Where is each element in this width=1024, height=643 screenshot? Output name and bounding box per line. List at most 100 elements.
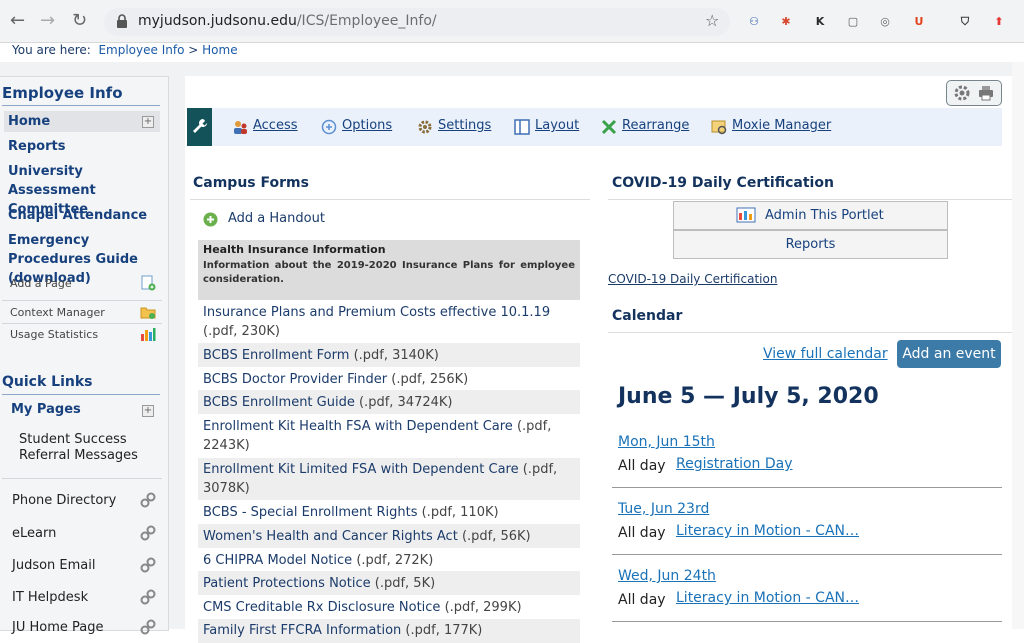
form-row-meta: (.pdf, 230K) (203, 324, 280, 339)
layout-icon[interactable] (514, 119, 530, 135)
printer-icon[interactable] (977, 84, 995, 102)
breadcrumb-home[interactable]: Home (202, 43, 237, 57)
toolbar-layout[interactable]: Layout (535, 118, 579, 133)
admin-portlet-button[interactable]: Admin This Portlet (673, 201, 948, 230)
add-page-link[interactable]: Add a Page (10, 277, 72, 290)
chain-link-icon[interactable] (140, 589, 156, 605)
toolbar-options[interactable]: Options (342, 118, 392, 133)
chain-link-icon[interactable] (140, 557, 156, 573)
elearn-link[interactable]: eLearn (12, 526, 56, 541)
reports-button[interactable]: Reports (673, 230, 948, 259)
wrench-button[interactable] (187, 108, 212, 146)
toolbar-access[interactable]: Access (253, 118, 298, 133)
form-row-title[interactable]: Insurance Plans and Premium Costs effect… (203, 305, 550, 320)
add-handout-icon[interactable] (203, 212, 218, 227)
phone-directory-link[interactable]: Phone Directory (12, 493, 116, 508)
student-success-link[interactable]: Student Success Referral Messages (19, 432, 159, 464)
ext-k-icon[interactable]: K (811, 13, 829, 31)
form-row-title[interactable]: Women's Health and Cancer Rights Act (203, 529, 458, 544)
form-row[interactable]: BCBS Enrollment Form (.pdf, 3140K) (203, 346, 575, 365)
image-manager-icon[interactable] (711, 119, 727, 135)
form-row[interactable]: Women's Health and Cancer Rights Act (.p… (203, 527, 575, 546)
form-row[interactable]: 6 CHIPRA Model Notice (.pdf, 272K) (203, 551, 575, 570)
form-row[interactable]: BCBS - Special Enrollment Rights (.pdf, … (203, 503, 575, 522)
it-helpdesk-link[interactable]: IT Helpdesk (12, 590, 88, 605)
health-insurance-title: Health Insurance Information (203, 243, 386, 256)
breadcrumb-prefix: You are here: (12, 43, 91, 57)
event-name[interactable]: Registration Day (676, 456, 793, 472)
view-full-calendar-link[interactable]: View full calendar (763, 346, 888, 362)
expand-home-icon[interactable]: + (142, 116, 154, 128)
context-manager-link[interactable]: Context Manager (10, 306, 105, 319)
form-row[interactable]: Enrollment Kit Health FSA with Dependent… (203, 417, 575, 455)
event-date[interactable]: Mon, Jun 15th (618, 434, 715, 450)
address-bar[interactable]: myjudson.judsonu.edu/ICS/Employee_Info/ (104, 8, 730, 36)
breadcrumb-employee-info[interactable]: Employee Info (98, 43, 184, 57)
folder-icon[interactable] (140, 304, 156, 320)
ext-shield-icon[interactable]: ⛉ (956, 13, 974, 31)
links-separator (2, 478, 162, 479)
rearrange-icon[interactable] (601, 119, 617, 135)
form-row-title[interactable]: CMS Creditable Rx Disclosure Notice (203, 600, 440, 615)
form-row[interactable]: BCBS Enrollment Guide (.pdf, 34724K) (203, 393, 575, 412)
bookmark-star-icon[interactable]: ☆ (705, 11, 719, 30)
event-date[interactable]: Tue, Jun 23rd (618, 501, 709, 517)
toolbar-rearrange[interactable]: Rearrange (622, 118, 689, 133)
form-row-title[interactable]: BCBS Enrollment Guide (203, 395, 355, 410)
event-name[interactable]: Literacy in Motion - CAN… (676, 590, 859, 606)
form-row-title[interactable]: BCBS Doctor Provider Finder (203, 372, 387, 387)
event-name[interactable]: Literacy in Motion - CAN… (676, 523, 859, 539)
add-handout-link[interactable]: Add a Handout (228, 211, 325, 226)
form-row-title[interactable]: Family First FFCRA Information (203, 623, 401, 638)
reload-icon[interactable]: ↻ (72, 10, 87, 31)
event-date[interactable]: Wed, Jun 24th (618, 568, 716, 584)
expand-my-pages-icon[interactable]: + (142, 405, 154, 417)
forward-arrow-icon[interactable]: → (40, 10, 55, 31)
form-row-title[interactable]: Enrollment Kit Health FSA with Dependent… (203, 419, 513, 434)
ju-home-page-link[interactable]: JU Home Page (12, 620, 103, 635)
ext-flame-icon[interactable]: ✱ (777, 13, 795, 31)
browser-toolbar: ← → ↻ myjudson.judsonu.edu/ICS/Employee_… (0, 0, 1024, 43)
admin-tools (946, 80, 1002, 106)
form-row[interactable]: Insurance Plans and Premium Costs effect… (203, 303, 575, 341)
form-row-meta: (.pdf, 256K) (391, 372, 469, 387)
settings-gear-icon[interactable] (417, 119, 433, 135)
ext-u-icon[interactable]: U (910, 13, 928, 31)
chain-link-icon[interactable] (140, 619, 156, 635)
form-row-title[interactable]: BCBS Enrollment Form (203, 348, 349, 363)
ext-red-up-icon[interactable]: ⬆ (990, 13, 1008, 31)
health-insurance-description: Information about the 2019-2020 Insuranc… (203, 260, 575, 285)
gear-icon[interactable] (953, 84, 971, 102)
bar-chart-icon[interactable] (140, 326, 156, 342)
form-row[interactable]: CMS Creditable Rx Disclosure Notice (.pd… (203, 598, 575, 617)
judson-email-link[interactable]: Judson Email (12, 558, 96, 573)
form-row-title[interactable]: Patient Protections Notice (203, 576, 371, 591)
form-row[interactable]: Family First FFCRA Information (.pdf, 17… (203, 621, 575, 640)
chain-link-icon[interactable] (140, 525, 156, 541)
back-arrow-icon[interactable]: ← (10, 10, 25, 31)
sidebar-item-chapel[interactable]: Chapel Attendance (8, 206, 168, 225)
options-icon[interactable] (321, 119, 337, 135)
form-row-meta: (.pdf, 177K) (405, 623, 483, 638)
chain-link-icon[interactable] (140, 492, 156, 508)
ext-badge-blue-icon[interactable]: ⚇ (745, 13, 763, 31)
form-row[interactable]: BCBS Doctor Provider Finder (.pdf, 256K) (203, 370, 575, 389)
form-row-title[interactable]: Enrollment Kit Limited FSA with Dependen… (203, 462, 519, 477)
form-row-title[interactable]: 6 CHIPRA Model Notice (203, 553, 352, 568)
ext-swirl-icon[interactable]: ◎ (876, 13, 894, 31)
form-row[interactable]: Patient Protections Notice (.pdf, 5K) (203, 574, 575, 593)
add-event-button[interactable]: Add an event (897, 340, 1001, 368)
sidebar-item-reports[interactable]: Reports (8, 137, 168, 156)
form-row-meta: (.pdf, 5K) (374, 576, 436, 591)
add-page-icon[interactable] (140, 275, 156, 291)
quick-links-underline (2, 394, 160, 395)
toolbar-moxie-manager[interactable]: Moxie Manager (732, 118, 831, 133)
ext-frame-icon[interactable]: ▢ (844, 13, 862, 31)
usage-statistics-link[interactable]: Usage Statistics (10, 328, 98, 341)
covid-cert-link[interactable]: COVID-19 Daily Certification (608, 272, 777, 286)
form-row[interactable]: Enrollment Kit Limited FSA with Dependen… (203, 460, 575, 498)
toolbar-settings[interactable]: Settings (438, 118, 491, 133)
users-icon[interactable] (232, 119, 248, 135)
form-row-title[interactable]: BCBS - Special Enrollment Rights (203, 505, 417, 520)
page-scrollbar[interactable] (1012, 62, 1024, 629)
